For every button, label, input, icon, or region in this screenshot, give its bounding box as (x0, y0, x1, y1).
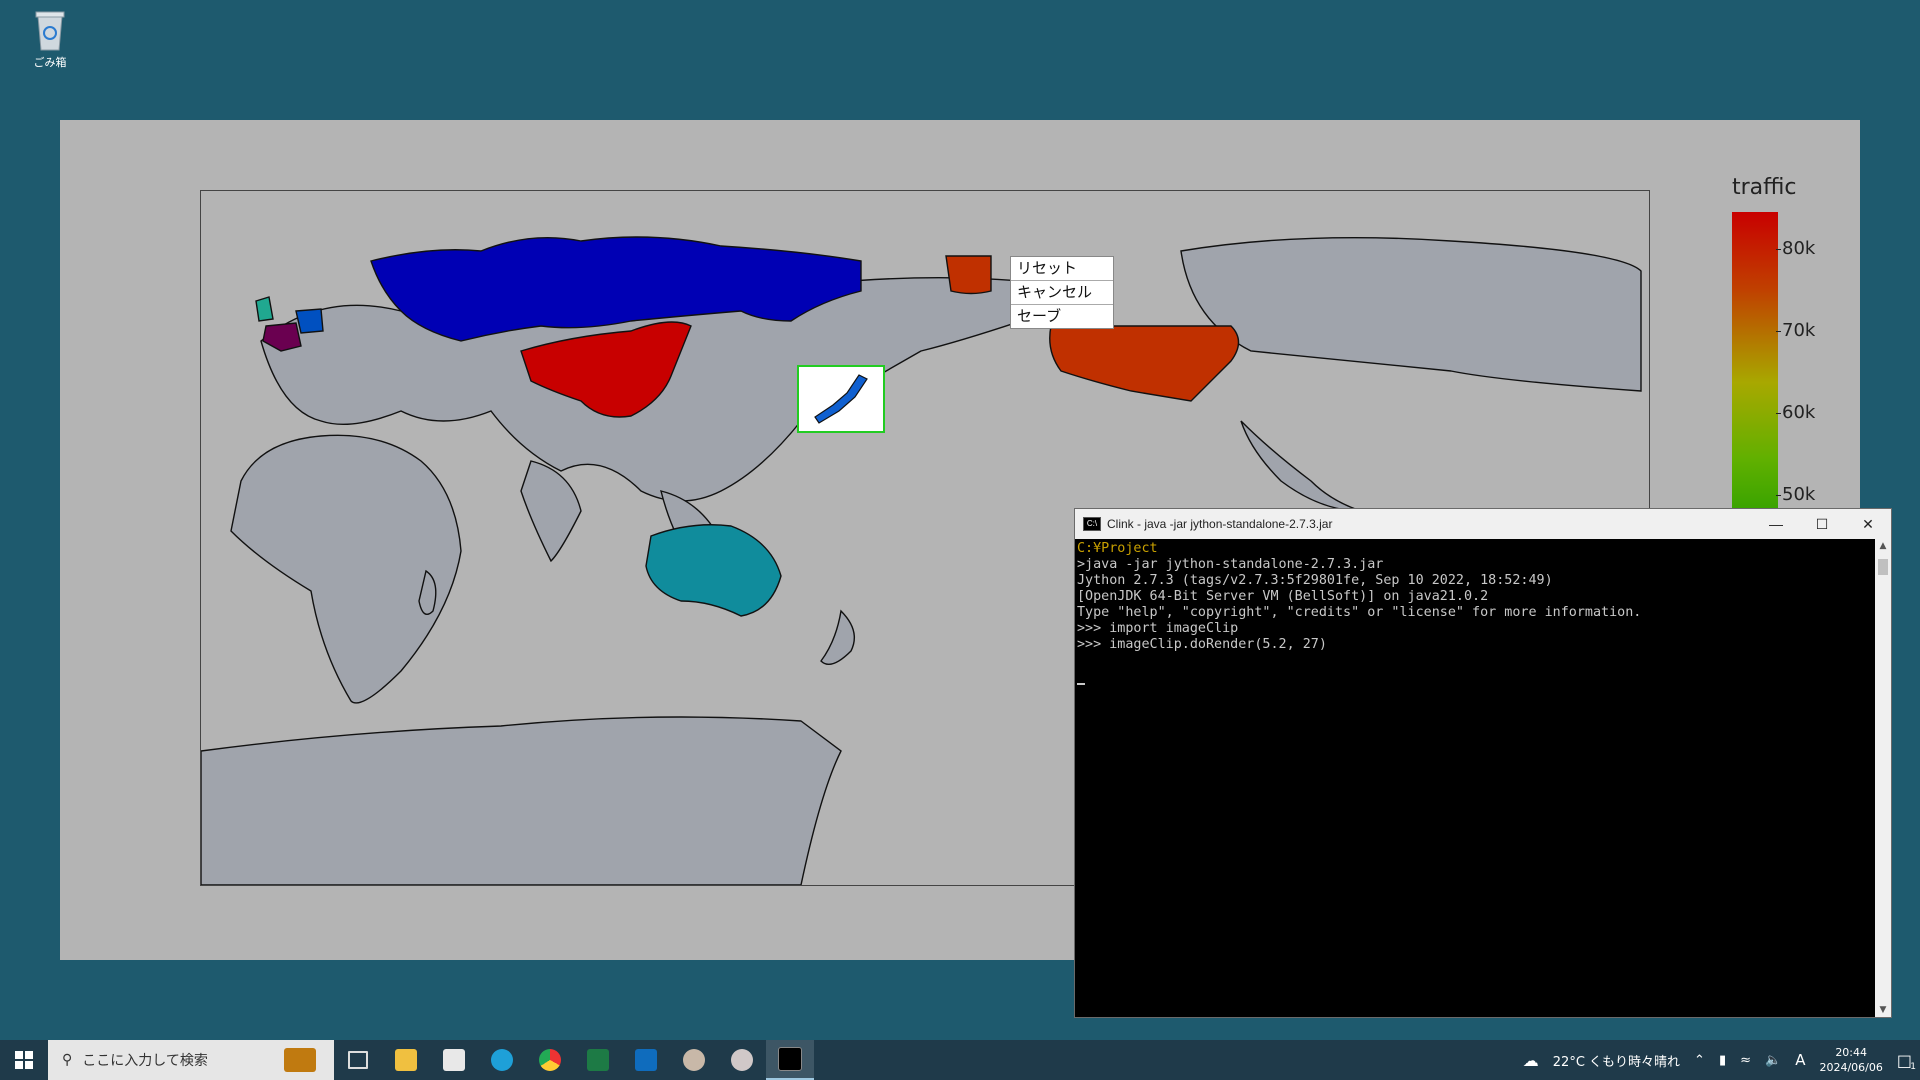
console-app-icon: C:\ (1083, 517, 1101, 531)
close-icon[interactable]: ✕ (1845, 516, 1891, 533)
minimize-icon[interactable]: — (1753, 516, 1799, 532)
menu-item-save[interactable]: セーブ (1011, 305, 1113, 328)
chrome-button[interactable] (526, 1040, 574, 1080)
map-germany (295, 308, 324, 334)
map-australia (645, 524, 782, 617)
clock[interactable]: 20:44 2024/06/06 (1819, 1045, 1882, 1075)
map-canada (1180, 236, 1642, 392)
colorbar-tick: 60k (1775, 402, 1816, 423)
scroll-down-icon[interactable]: ▼ (1875, 1005, 1891, 1015)
map-mexico (1240, 420, 1362, 512)
paint-icon (683, 1049, 705, 1071)
colorbar-title: traffic (1732, 175, 1797, 200)
scroll-thumb[interactable] (1878, 559, 1888, 575)
chrome-icon (539, 1049, 561, 1071)
search-box[interactable]: ⚲ ここに入力して検索 (48, 1040, 334, 1080)
map-japan (814, 374, 868, 424)
task-view-button[interactable] (334, 1040, 382, 1080)
text-cursor (1077, 683, 1085, 685)
selection-rectangle[interactable] (797, 365, 885, 433)
wifi-icon[interactable]: ≈ (1740, 1053, 1751, 1068)
search-placeholder: ここに入力して検索 (82, 1053, 208, 1069)
map-uk (255, 296, 274, 322)
map-usa (1049, 325, 1240, 402)
map-new-zealand (820, 609, 855, 665)
console-line: >>> imageClip.doRender(5.2, 27) (1077, 637, 1327, 652)
console-titlebar[interactable]: C:\ Clink - java -jar jython-standalone-… (1075, 509, 1891, 539)
briefcase-icon[interactable] (284, 1048, 316, 1072)
store-button[interactable] (430, 1040, 478, 1080)
console-line: [OpenJDK 64-Bit Server VM (BellSoft)] on… (1077, 589, 1489, 604)
console-line: C:¥Project (1077, 541, 1158, 556)
colorbar-tick: 70k (1775, 320, 1816, 341)
ime-indicator[interactable]: A (1795, 1051, 1805, 1069)
recycle-bin-label: ごみ箱 (33, 56, 67, 69)
edge-button[interactable] (478, 1040, 526, 1080)
edge-icon (491, 1049, 513, 1071)
battery-icon[interactable]: ▮ (1719, 1053, 1726, 1068)
taskbar: ⚲ ここに入力して検索 ☁ 22°C くもり時々晴れ ⌃ ▮ ≈ 🔈 A 20:… (0, 1040, 1920, 1080)
explorer-button[interactable] (382, 1040, 430, 1080)
map-india (520, 460, 582, 563)
context-menu: リセット キャンセル セーブ (1010, 256, 1114, 329)
console-line: Jython 2.7.3 (tags/v2.7.3:5f29801fe, Sep… (1077, 573, 1553, 588)
system-tray: ☁ 22°C くもり時々晴れ ⌃ ▮ ≈ 🔈 A 20:44 2024/06/0… (1523, 1045, 1920, 1075)
windows-icon (15, 1051, 33, 1069)
outlook-icon (635, 1049, 657, 1071)
console-title: Clink - java -jar jython-standalone-2.7.… (1107, 517, 1333, 531)
paint-button[interactable] (670, 1040, 718, 1080)
task-view-icon (348, 1051, 368, 1069)
folder-icon (395, 1049, 417, 1071)
app-button[interactable] (718, 1040, 766, 1080)
console-scrollbar[interactable]: ▲ ▼ (1875, 539, 1891, 1017)
notification-count: 1 (1910, 1061, 1916, 1072)
clock-time: 20:44 (1835, 1046, 1868, 1059)
colorbar-tick: 50k (1775, 484, 1816, 505)
store-icon (443, 1049, 465, 1071)
colorbar (1732, 212, 1778, 522)
trash-icon (35, 11, 65, 51)
search-icon: ⚲ (62, 1052, 73, 1068)
console-taskbar-button[interactable] (766, 1040, 814, 1080)
clock-date: 2024/06/06 (1819, 1061, 1883, 1074)
excel-button[interactable] (574, 1040, 622, 1080)
console-window: C:\ Clink - java -jar jython-standalone-… (1074, 508, 1892, 1018)
console-line: >>> import imageClip (1077, 621, 1239, 636)
maximize-icon[interactable]: ☐ (1799, 516, 1845, 533)
console-line: >java -jar jython-standalone-2.7.3.jar (1077, 557, 1384, 572)
recycle-bin-icon[interactable]: ごみ箱 (22, 8, 78, 70)
map-africa (230, 434, 462, 704)
start-button[interactable] (0, 1040, 48, 1080)
outlook-button[interactable] (622, 1040, 670, 1080)
menu-item-cancel[interactable]: キャンセル (1011, 281, 1113, 305)
menu-item-reset[interactable]: リセット (1011, 257, 1113, 281)
chevron-up-icon[interactable]: ⌃ (1694, 1053, 1705, 1068)
scroll-up-icon[interactable]: ▲ (1875, 541, 1891, 551)
console-output[interactable]: C:¥Project >java -jar jython-standalone-… (1075, 539, 1875, 1017)
map-antarctica (201, 716, 842, 885)
weather-text[interactable]: 22°C くもり時々晴れ (1553, 1051, 1680, 1070)
weather-icon[interactable]: ☁ (1523, 1051, 1539, 1070)
colorbar-tick: 80k (1775, 238, 1816, 259)
app-icon (731, 1049, 753, 1071)
console-line: Type "help", "copyright", "credits" or "… (1077, 605, 1642, 620)
notification-icon[interactable]: □ 1 (1897, 1051, 1916, 1072)
speaker-muted-icon[interactable]: 🔈 (1765, 1053, 1781, 1068)
excel-icon (587, 1049, 609, 1071)
console-icon (778, 1047, 802, 1071)
map-alaska (945, 255, 992, 295)
